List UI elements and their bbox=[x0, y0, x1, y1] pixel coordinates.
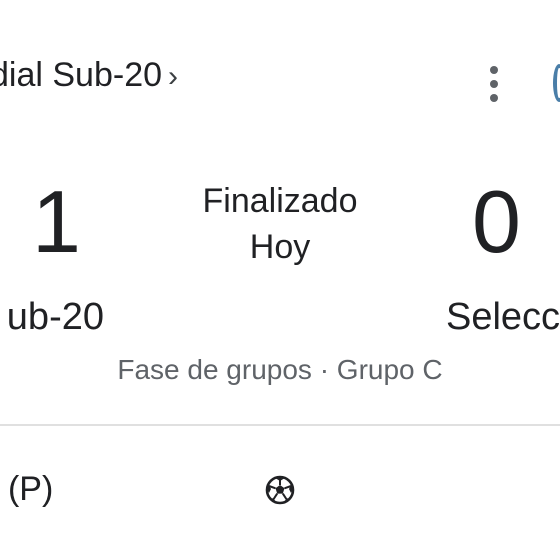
away-team-name[interactable]: Seleccí bbox=[446, 296, 560, 339]
match-card: dial Sub-20 › 1 Finalizado Hoy 0 ub-20 Se… bbox=[0, 0, 560, 560]
profile-icon[interactable] bbox=[553, 64, 560, 102]
more-options-icon[interactable] bbox=[480, 64, 508, 104]
home-team-name[interactable]: ub-20 bbox=[7, 296, 104, 339]
divider bbox=[0, 424, 560, 426]
match-date: Hoy bbox=[249, 228, 311, 266]
soccer-ball-icon bbox=[265, 475, 295, 505]
away-score: 0 bbox=[472, 172, 521, 271]
competition-link-label: dial Sub-20 bbox=[0, 56, 163, 94]
chevron-right-icon: › bbox=[168, 60, 179, 93]
competition-link[interactable]: dial Sub-20 › bbox=[0, 56, 178, 95]
match-status: Finalizado bbox=[202, 182, 358, 220]
goal-event-text: ' (P) bbox=[0, 470, 54, 508]
home-score: 1 bbox=[32, 172, 81, 271]
match-stage: Fase de grupos · Grupo C bbox=[117, 354, 443, 385]
